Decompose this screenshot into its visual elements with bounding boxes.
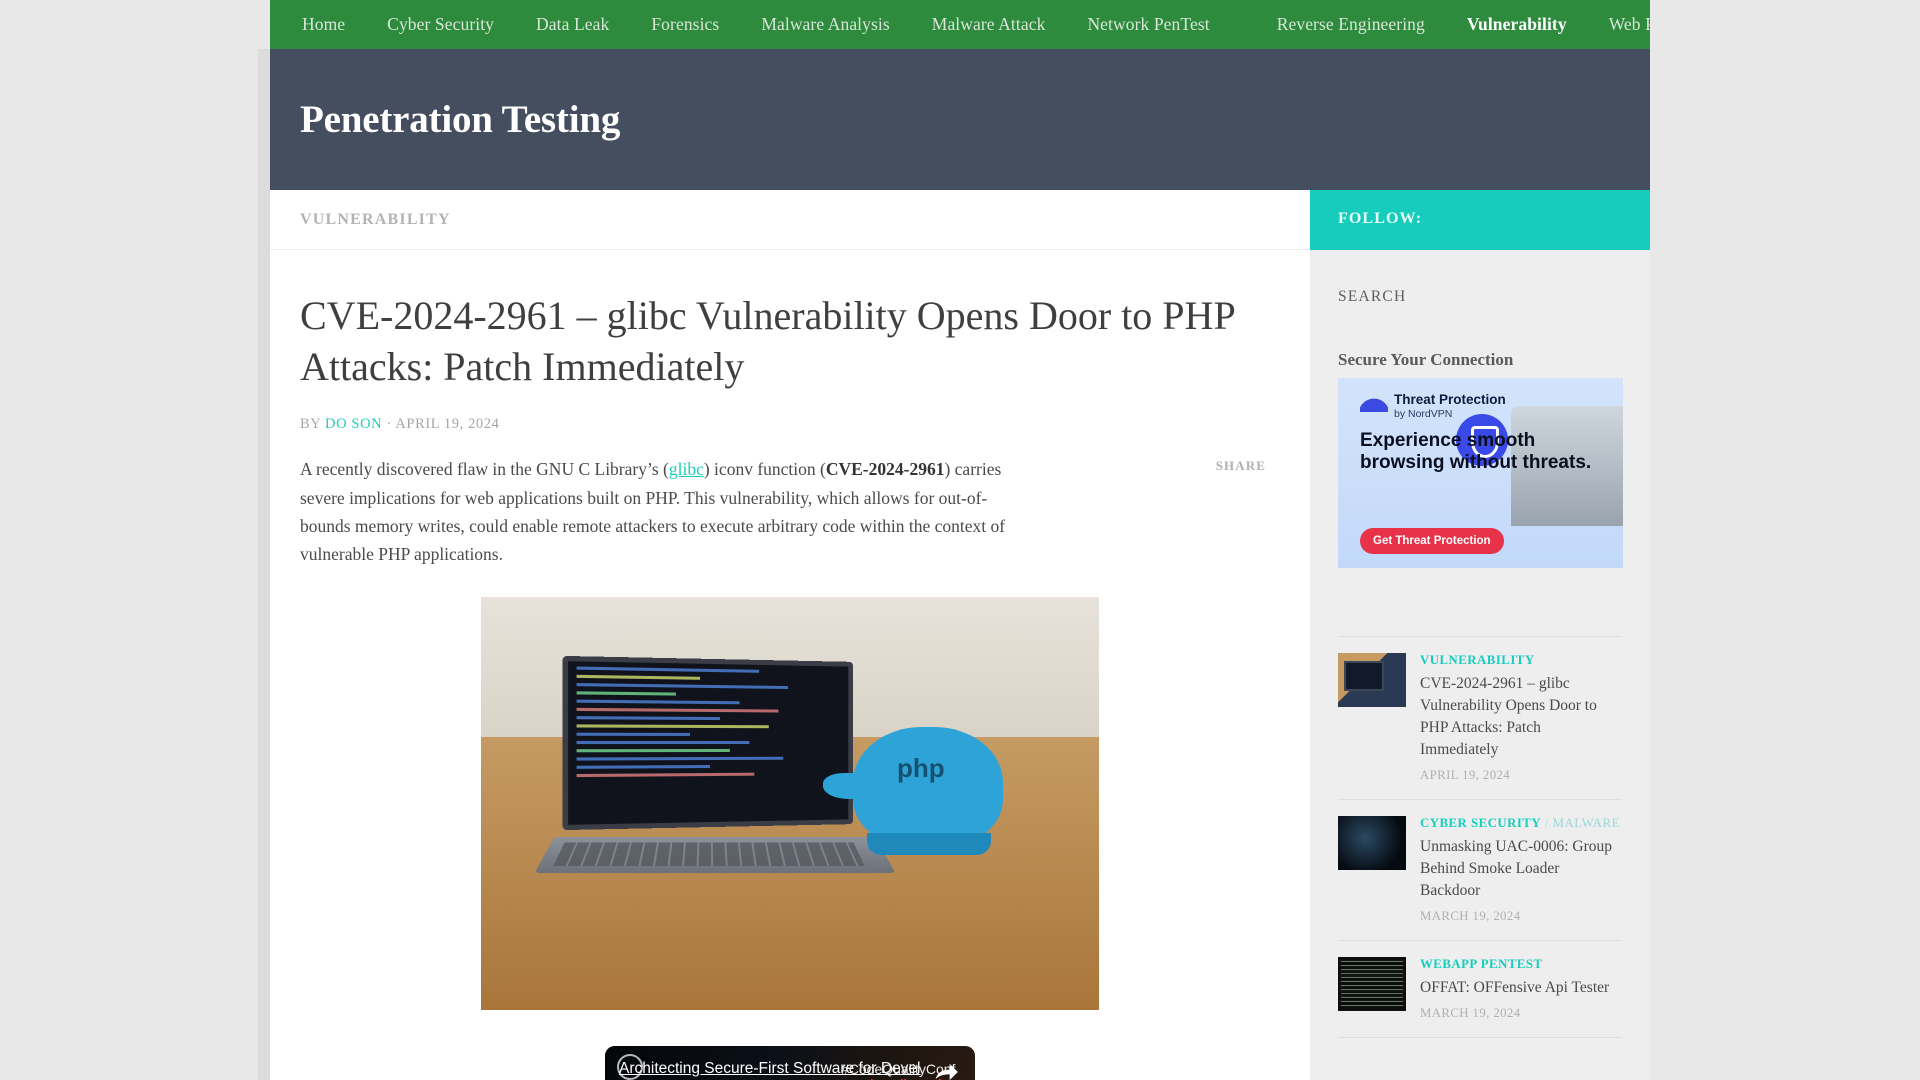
share-arrow-icon[interactable] — [931, 1058, 959, 1080]
lede-text-2: ) iconv function ( — [703, 459, 826, 480]
php-elephant-icon — [823, 726, 1003, 847]
nav-item-vulnerability[interactable]: Vulnerability — [1446, 0, 1588, 49]
recent-post-meta: VULNERABILITY CVE-2024-2961 – glibc Vulne… — [1420, 653, 1622, 783]
share-button[interactable]: SHARE — [1216, 458, 1266, 474]
site-title: Penetration Testing — [300, 98, 621, 141]
recent-post-item[interactable]: CYBER SECURITY / MALWARE Unmasking UAC-00… — [1338, 800, 1622, 941]
nav-item-list: Home Cyber Security Data Leak Forensics Malw… — [270, 0, 1650, 49]
recent-post-meta: CYBER SECURITY / MALWARE Unmasking UAC-00… — [1420, 816, 1622, 924]
recent-post-item[interactable]: WEBAPP PENTEST OFFAT: OFFensive Api Teste… — [1338, 941, 1622, 1038]
follow-label: FOLLOW: — [1338, 210, 1423, 227]
nav-item-network-pentest[interactable]: Network PenTest — [1066, 0, 1255, 49]
laptop-screen-icon — [562, 655, 853, 830]
recent-post-title[interactable]: CVE-2024-2961 – glibc Vulnerability Open… — [1420, 673, 1622, 761]
main-content: VULNERABILITY CVE-2024-2961 – glibc Vuln… — [270, 190, 1310, 1080]
lede-text-1: A recently discovered flaw in the GNU C … — [300, 459, 669, 480]
main-navigation: Home Cyber Security Data Leak Forensics Malw… — [270, 0, 1650, 49]
recent-post-category-primary: CYBER SECURITY — [1420, 816, 1542, 830]
recent-posts-widget: VULNERABILITY CVE-2024-2961 – glibc Vulne… — [1310, 636, 1650, 1038]
page-root: Home Cyber Security Data Leak Forensics Malw… — [0, 0, 1920, 1080]
recent-post-category[interactable]: VULNERABILITY — [1420, 653, 1622, 668]
ad-brand-sub: by NordVPN — [1394, 408, 1453, 420]
embedded-video-player[interactable]: elif operation MI Architecting Secure-Fi… — [605, 1045, 975, 1080]
terminal-thumb-icon — [1338, 957, 1406, 1011]
nav-item-data-leak[interactable]: Data Leak — [515, 0, 630, 49]
recent-post-category-primary: VULNERABILITY — [1420, 653, 1535, 667]
follow-bar: FOLLOW: — [1310, 190, 1650, 250]
recent-post-title[interactable]: Unmasking UAC-0006: Group Behind Smoke L… — [1420, 836, 1622, 902]
article: CVE-2024-2961 – glibc Vulnerability Open… — [270, 250, 1310, 1080]
recent-post-category-extra: / MALWARE — [1541, 816, 1620, 830]
nav-item-reverse-engineering[interactable]: Reverse Engineering — [1256, 0, 1446, 49]
ad-headline: Experience smooth browsing without threa… — [1360, 430, 1592, 474]
category-bar: VULNERABILITY — [270, 190, 1310, 250]
hacker-hoodie-thumb-icon — [1338, 816, 1406, 870]
article-byline: BY DO SON · APRIL 19, 2024 — [300, 416, 1280, 433]
recent-post-category[interactable]: WEBAPP PENTEST — [1420, 957, 1622, 972]
nav-item-home[interactable]: Home — [281, 0, 366, 49]
glibc-link[interactable]: glibc — [669, 459, 704, 479]
nav-item-forensics[interactable]: Forensics — [630, 0, 740, 49]
nav-item-malware-analysis[interactable]: Malware Analysis — [740, 0, 910, 49]
article-author-link[interactable]: DO SON — [325, 416, 382, 432]
nav-item-malware-attack[interactable]: Malware Attack — [911, 0, 1067, 49]
laptop-keyboard-icon — [553, 842, 865, 866]
search-widget-title[interactable]: SEARCH — [1338, 288, 1650, 306]
laptop-php-thumb-icon — [1338, 653, 1406, 707]
page-gutter-left — [0, 0, 270, 1080]
recent-post-category-primary: WEBAPP PENTEST — [1420, 957, 1543, 971]
recent-post-item[interactable]: VULNERABILITY CVE-2024-2961 – glibc Vulne… — [1338, 637, 1622, 800]
byline-prefix: BY — [300, 416, 321, 433]
ad-widget-title: Secure Your Connection — [1338, 350, 1514, 369]
byline-separator: · — [386, 416, 392, 433]
cve-identifier: CVE-2024-2961 — [825, 459, 945, 480]
recent-post-date: APRIL 19, 2024 — [1420, 768, 1511, 782]
breadcrumb-category[interactable]: VULNERABILITY — [300, 211, 451, 229]
php-elephant-legs-icon — [867, 832, 991, 855]
article-date: APRIL 19, 2024 — [395, 416, 500, 433]
recent-post-date: MARCH 19, 2024 — [1420, 1006, 1521, 1020]
recent-posts-list: VULNERABILITY CVE-2024-2961 – glibc Vulne… — [1338, 637, 1622, 1038]
recent-post-category[interactable]: CYBER SECURITY / MALWARE — [1420, 816, 1622, 831]
page-gutter-right — [1650, 0, 1920, 1080]
article-title: CVE-2024-2961 – glibc Vulnerability Open… — [300, 293, 1235, 390]
sidebar: FOLLOW: SEARCH Secure Your Connection Th… — [1310, 190, 1650, 1080]
ad-brand: Threat Protection — [1394, 392, 1506, 407]
recent-post-title[interactable]: OFFAT: OFFensive Api Tester — [1420, 977, 1622, 999]
article-lede-wrap: A recently discovered flaw in the GNU C … — [300, 455, 1280, 568]
site-header: Penetration Testing — [270, 49, 1650, 190]
recent-post-date: MARCH 19, 2024 — [1420, 909, 1521, 923]
ad-cta-button[interactable]: Get Threat Protection — [1360, 528, 1504, 554]
nordvpn-ad-banner[interactable]: Threat Protection by NordVPN Experience … — [1338, 378, 1623, 568]
article-hero-image — [481, 596, 1099, 1010]
nav-item-web-pentest[interactable]: Web PenTest — [1588, 0, 1650, 49]
nordvpn-logo-icon — [1360, 392, 1388, 412]
page-left-rail — [258, 49, 270, 1080]
article-lede: A recently discovered flaw in the GNU C … — [300, 455, 1012, 568]
recent-post-meta: WEBAPP PENTEST OFFAT: OFFensive Api Teste… — [1420, 957, 1622, 1021]
nav-item-cyber-security[interactable]: Cyber Security — [366, 0, 515, 49]
